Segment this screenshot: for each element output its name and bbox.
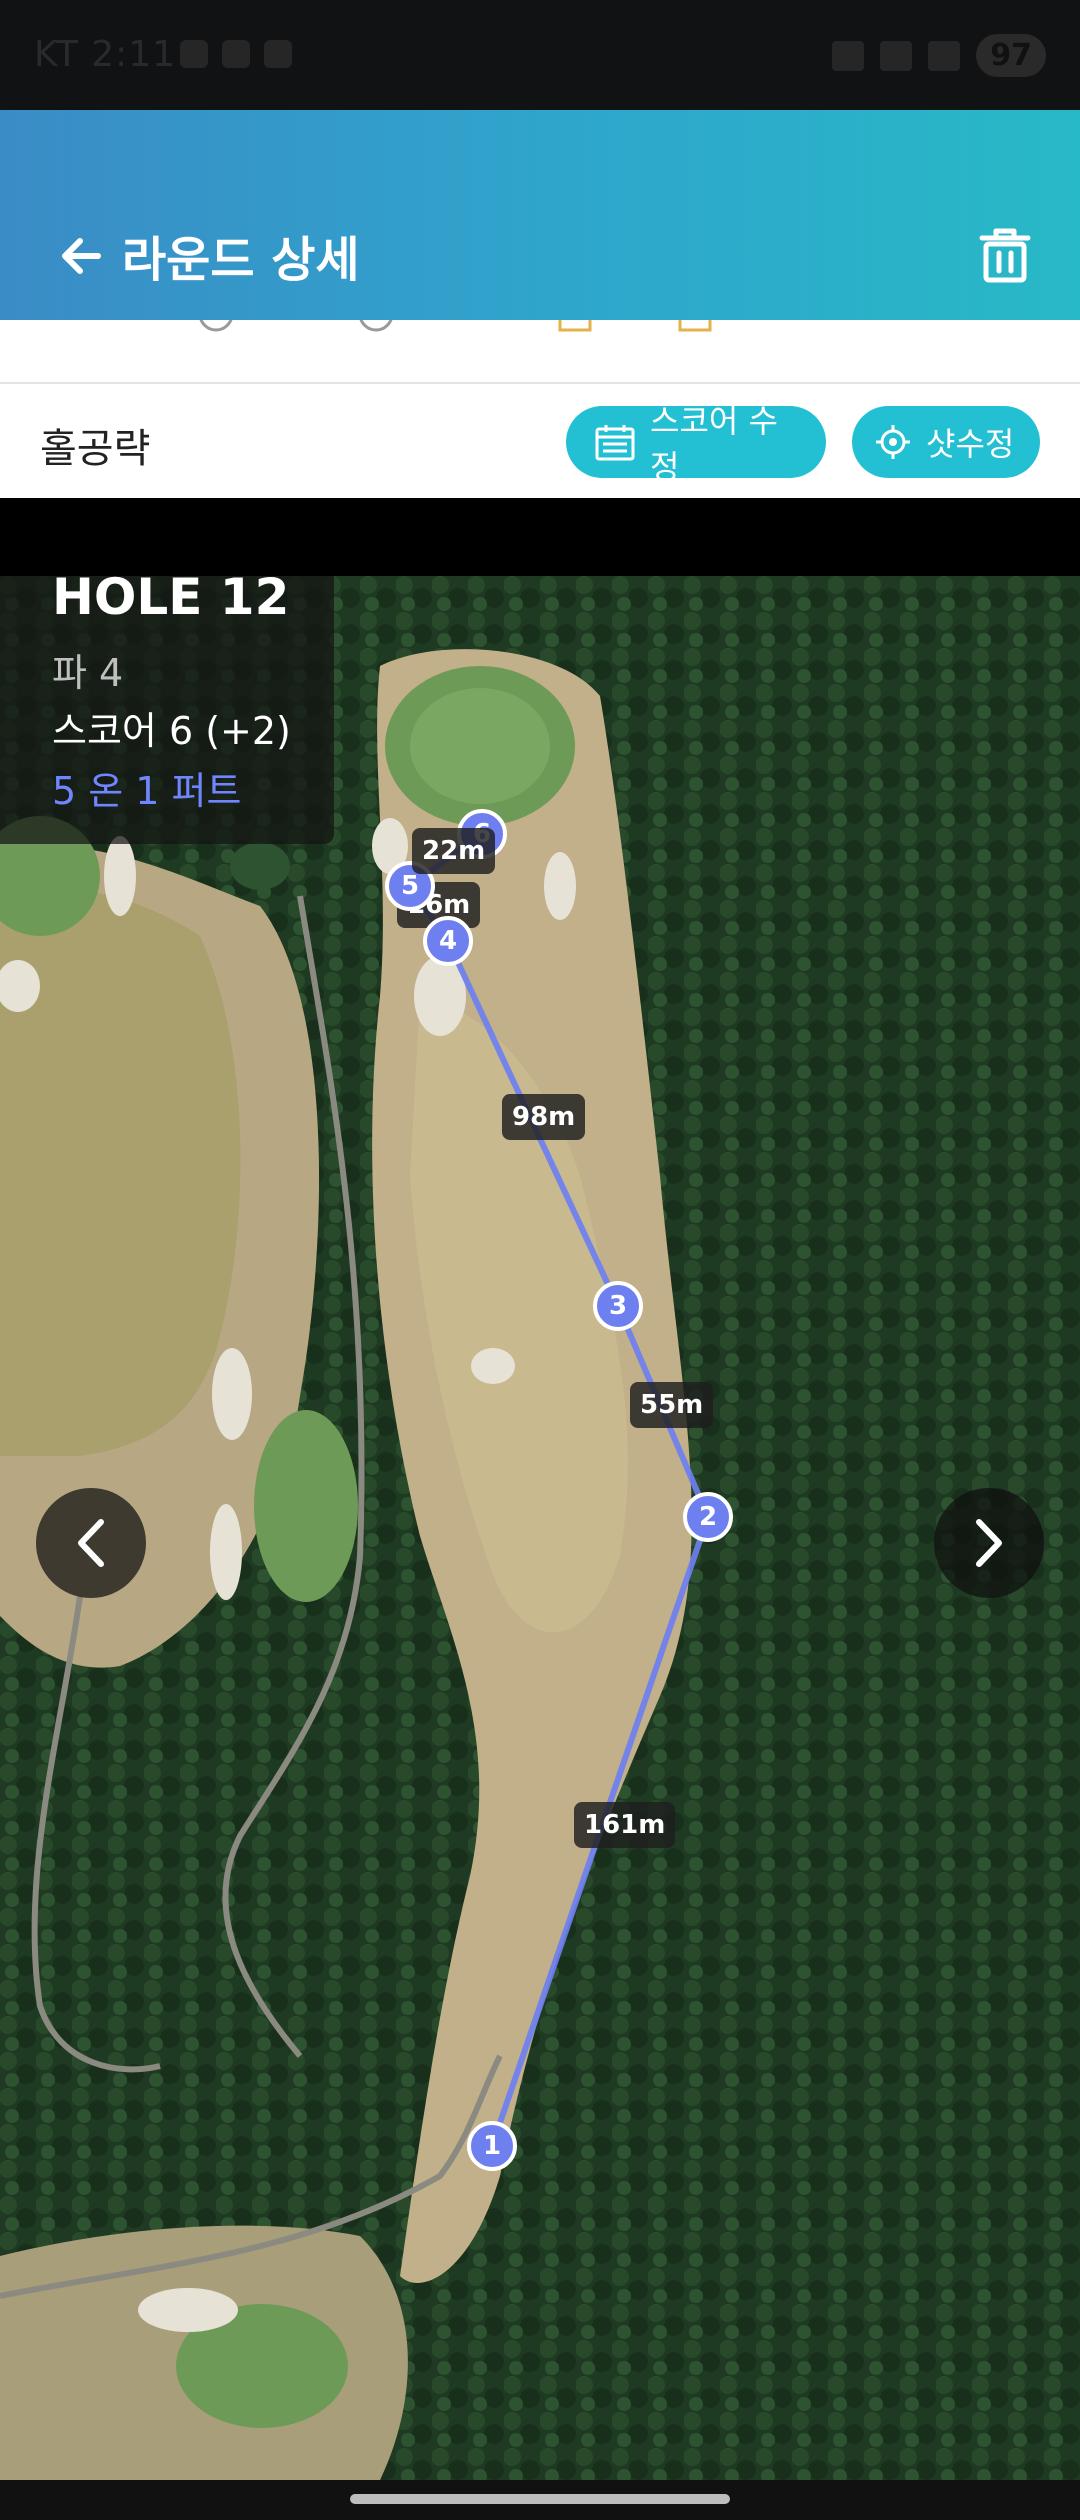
calendar-icon: [595, 425, 635, 461]
hole-info-panel: HOLE 12 파 4 스코어 6 (+2) 5 온 1 퍼트: [0, 576, 334, 844]
shot-marker[interactable]: 2: [683, 1492, 733, 1542]
distance-label: 22m: [412, 828, 496, 874]
edit-shot-label: 샷수정: [926, 425, 1015, 463]
system-nav-bar: [0, 2480, 1080, 2520]
previous-hole-button[interactable]: [36, 1488, 146, 1598]
gallery-icon: [180, 40, 208, 68]
delete-button[interactable]: [972, 222, 1038, 288]
back-button[interactable]: [54, 228, 110, 284]
edit-score-button[interactable]: 스코어 수정: [566, 402, 826, 486]
hole-putts: 5 온 1 퍼트: [52, 769, 242, 813]
satellite-terrain: [0, 576, 1080, 2480]
hole-strategy-bar: 홀공략 스코어 수정 샷수정: [0, 382, 1080, 498]
lte-icon: [880, 40, 913, 71]
summary-row-fragments: [199, 320, 712, 332]
hole-number: HOLE 12: [52, 576, 290, 626]
status-bar: KT 2:11 97: [0, 0, 1080, 110]
distance-label: 98m: [502, 1094, 586, 1140]
arrow-left-icon: [62, 238, 101, 274]
chat-icon: [222, 40, 250, 68]
status-time: KT 2:11: [34, 34, 177, 75]
hole-score: 스코어 6 (+2): [52, 709, 291, 753]
section-title: 홀공략: [40, 426, 151, 472]
distance-label: 161m: [574, 1802, 676, 1848]
edit-shot-button[interactable]: 샷수정: [852, 406, 1040, 478]
hole-map[interactable]: HOLE 12 파 4 스코어 6 (+2) 5 온 1 퍼트 161m 55m…: [0, 576, 1080, 2480]
shot-marker[interactable]: 1: [467, 2121, 517, 2171]
home-indicator[interactable]: [350, 2494, 730, 2504]
shot-marker[interactable]: 4: [423, 916, 473, 966]
shot-marker[interactable]: 3: [593, 1281, 643, 1331]
chevron-right-icon: [976, 1519, 1002, 1567]
status-right: 97: [832, 34, 1046, 77]
app-header: 라운드 상세: [0, 110, 1080, 320]
next-hole-button[interactable]: [934, 1488, 1044, 1598]
edit-score-label: 스코어 수정: [650, 402, 778, 486]
map-top-band: [0, 498, 1080, 576]
mute-icon: [832, 40, 865, 71]
signal-icon: [928, 40, 961, 71]
target-icon: [876, 425, 910, 459]
distance-label: 55m: [630, 1382, 714, 1428]
notification-icons: [180, 40, 292, 68]
page-title: 라운드 상세: [122, 232, 360, 288]
hidden-summary-row: [0, 320, 1080, 382]
battery-indicator: 97: [976, 34, 1046, 77]
people-icon: [264, 40, 292, 68]
trash-icon: [979, 228, 1031, 283]
chevron-left-icon: [78, 1519, 104, 1567]
hole-par: 파 4: [52, 651, 124, 695]
